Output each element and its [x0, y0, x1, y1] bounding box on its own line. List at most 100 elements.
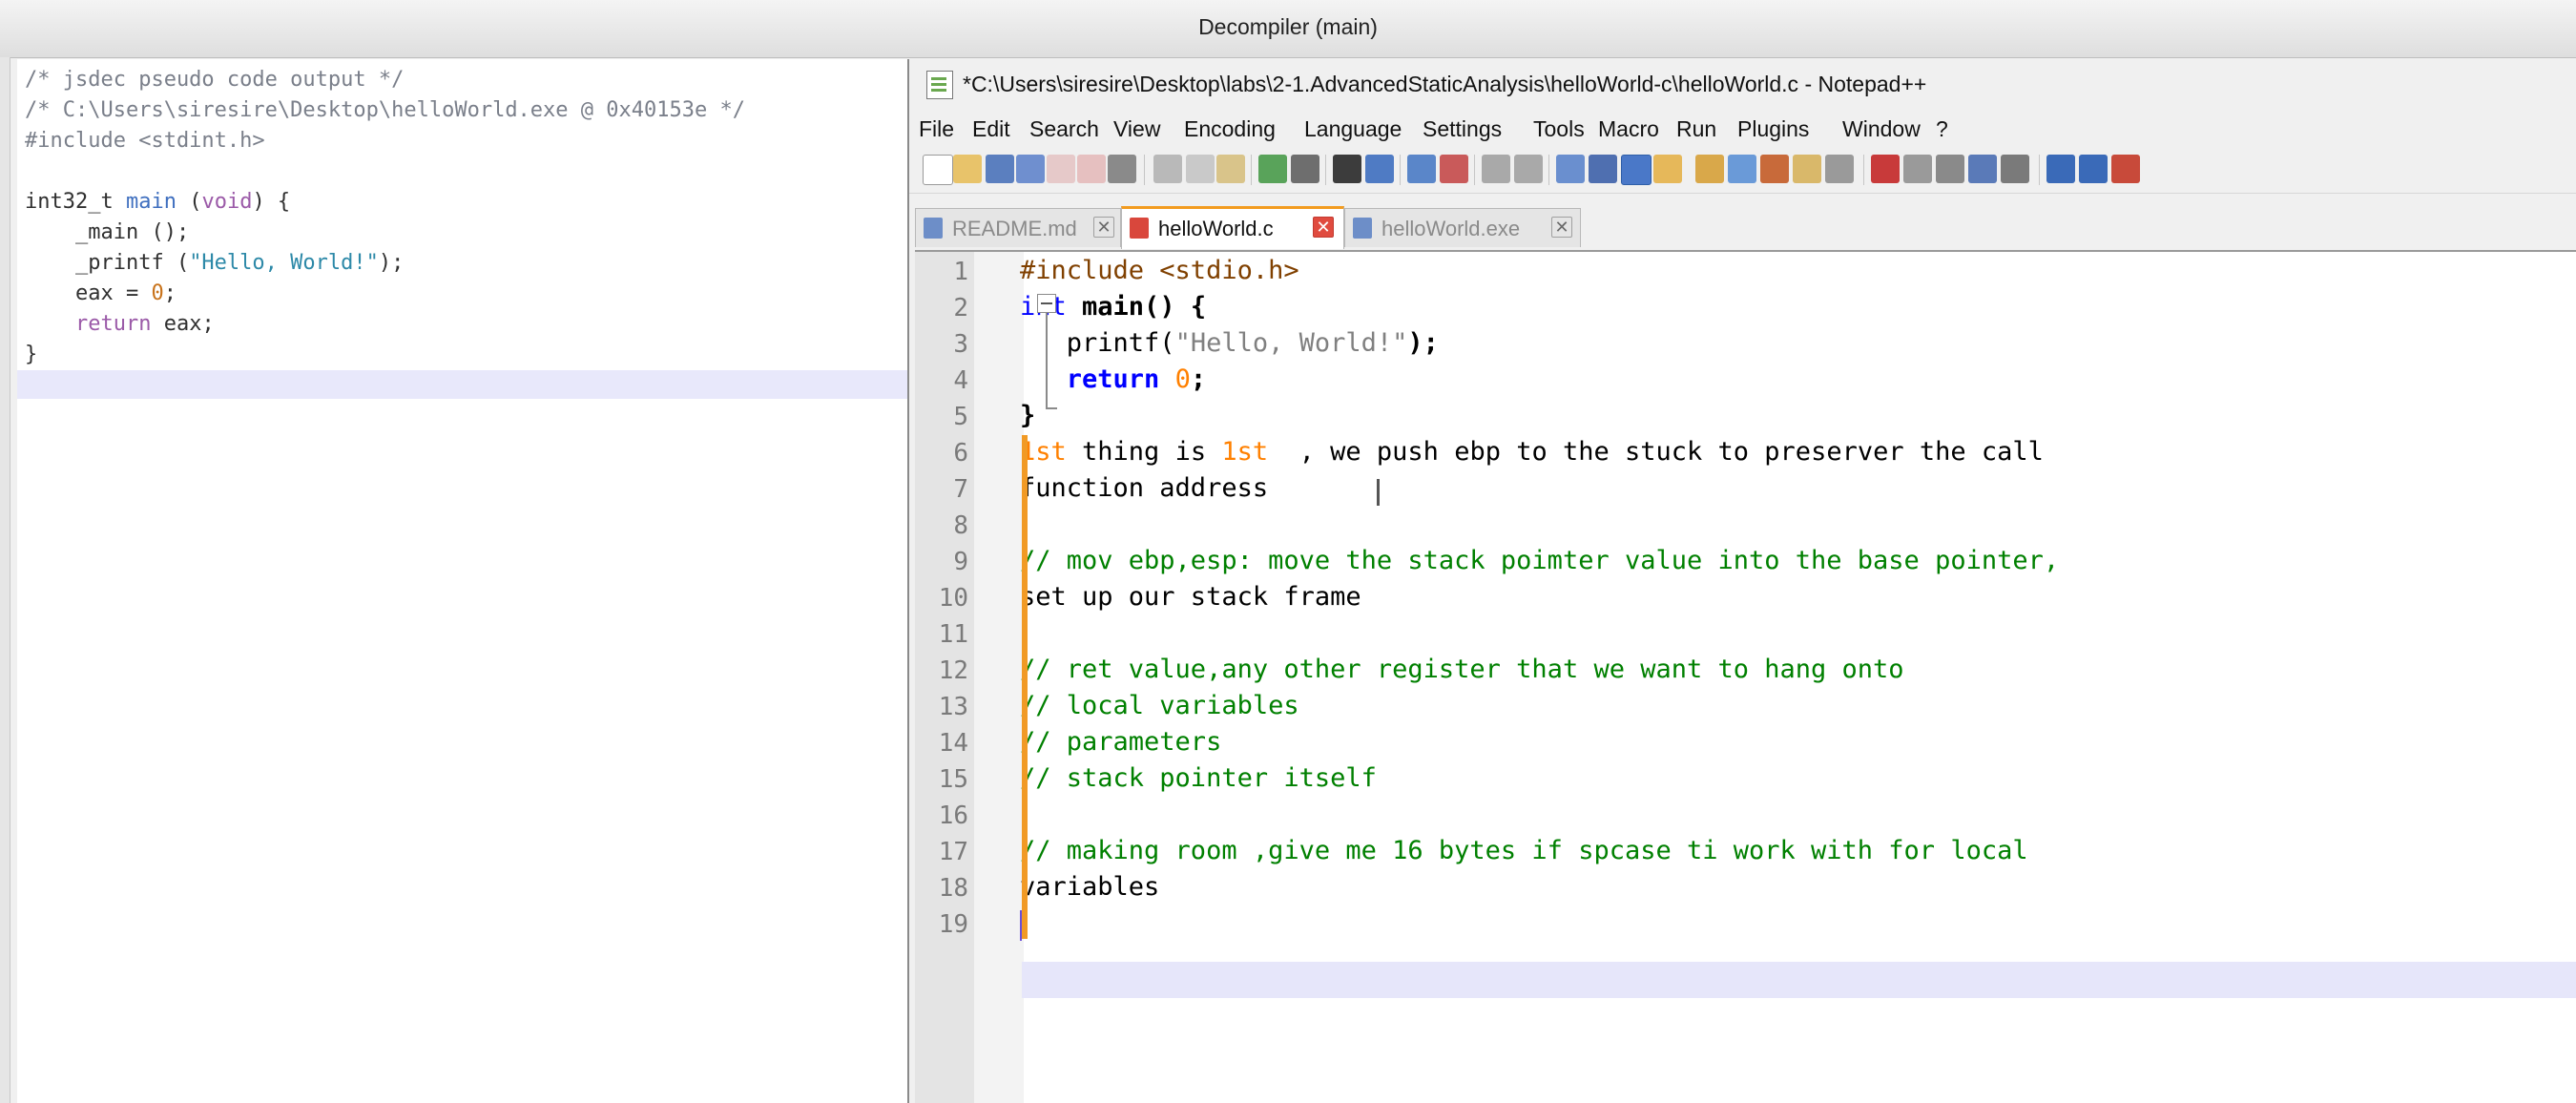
menu-item-help[interactable]: ? [1936, 116, 1948, 142]
record-macro-icon[interactable] [1871, 155, 1900, 183]
stop-recording-icon[interactable] [1903, 155, 1932, 183]
tab-readme[interactable]: README.md ✕ [915, 208, 1121, 247]
function-list-icon[interactable] [1760, 155, 1789, 183]
document-map-icon[interactable] [1695, 155, 1724, 183]
editor-code-line: return 0; [1020, 364, 1206, 394]
paste-icon[interactable] [1216, 155, 1245, 183]
new-file-icon[interactable] [923, 155, 953, 185]
line-number: 10 [938, 584, 968, 613]
menu-item-encoding[interactable]: Encoding [1184, 116, 1276, 142]
copy-icon[interactable] [1186, 155, 1215, 183]
toolbar-separator [1144, 155, 1145, 185]
code-token: // stack pointer itself [1020, 763, 1377, 793]
code-token: #include <stdint.h> [25, 129, 265, 153]
line-number: 3 [953, 330, 968, 359]
menu-item-macro[interactable]: Macro [1598, 116, 1659, 142]
plugin-icon[interactable] [2111, 155, 2140, 183]
code-token: set up our stack frame [1020, 582, 1361, 612]
menu-item-window[interactable]: Window [1842, 116, 1921, 142]
fold-end [1046, 407, 1057, 409]
close-icon[interactable] [1047, 155, 1075, 183]
folder-as-workspace-icon[interactable] [1793, 155, 1821, 183]
decompiler-code-line: _main (); [25, 218, 745, 248]
change-history-bar [1022, 435, 1028, 939]
indent-guide-icon[interactable] [1621, 155, 1652, 185]
tab-helloworld-c[interactable]: helloWorld.c ✕ [1121, 206, 1344, 249]
editor-code-line: // mov ebp,esp: move the stack poimter v… [1020, 546, 2059, 575]
zoom-in-icon[interactable] [1407, 155, 1436, 183]
code-token: printf( [1020, 328, 1175, 358]
decompiler-code-line: eax = 0; [25, 279, 745, 309]
word-wrap-icon[interactable] [1556, 155, 1585, 183]
left-panel-edge [0, 57, 10, 1103]
menu-item-file[interactable]: File [919, 116, 954, 142]
plugin-icon[interactable] [2079, 155, 2108, 183]
code-token: 1st [1221, 437, 1269, 467]
close-all-icon[interactable] [1077, 155, 1106, 183]
tab-helloworld-exe[interactable]: helloWorld.exe ✕ [1344, 208, 1581, 247]
code-editor[interactable]: 1#include <stdio.h>2int main() {3 printf… [915, 250, 2576, 1103]
code-token: // mov ebp,esp: move the stack poimter v… [1020, 546, 2060, 575]
plugin-icon[interactable] [2046, 155, 2075, 183]
print-icon[interactable] [1108, 155, 1136, 183]
decompiler-pane[interactable]: /* jsdec pseudo code output */ /* C:\User… [17, 59, 909, 1103]
menu-item-language[interactable]: Language [1304, 116, 1402, 142]
show-all-characters-icon[interactable] [1589, 155, 1617, 183]
user-language-icon[interactable] [1653, 155, 1682, 183]
sync-horizontal-icon[interactable] [1514, 155, 1543, 183]
cut-icon[interactable] [1153, 155, 1182, 183]
tab-close-icon[interactable]: ✕ [1551, 217, 1572, 238]
zoom-out-icon[interactable] [1440, 155, 1468, 183]
notepadpp-window: *C:\Users\siresire\Desktop\labs\2-1.Adva… [907, 59, 2576, 1103]
editor-code-line: // local variables [1020, 691, 1299, 720]
menu-item-settings[interactable]: Settings [1423, 116, 1502, 142]
find-icon[interactable] [1333, 155, 1361, 183]
sync-vertical-icon[interactable] [1482, 155, 1510, 183]
notepadpp-title: *C:\Users\siresire\Desktop\labs\2-1.Adva… [963, 72, 1927, 96]
open-file-icon[interactable] [953, 155, 982, 183]
save-all-icon[interactable] [1016, 155, 1045, 183]
line-number: 4 [953, 366, 968, 395]
fold-margin[interactable] [974, 252, 1024, 1103]
editor-code-line: // parameters [1020, 727, 1221, 757]
fold-line [1046, 313, 1048, 408]
playback-macro-icon[interactable] [1936, 155, 1964, 183]
toolbar-separator [1400, 155, 1401, 185]
menu-item-run[interactable]: Run [1676, 116, 1716, 142]
decompiler-code-line: _printf ("Hello, World!"); [25, 248, 745, 279]
run-macro-multiple-icon[interactable] [1968, 155, 1997, 183]
tab-label: README.md [952, 217, 1077, 240]
code-token: main() { [1066, 292, 1207, 322]
notepadpp-title-bar[interactable]: *C:\Users\siresire\Desktop\labs\2-1.Adva… [909, 59, 2576, 109]
menu-bar: File Edit Search View Encoding Language Settin… [909, 109, 2576, 147]
toolbar-separator [1548, 155, 1549, 185]
tab-close-icon[interactable]: ✕ [1093, 217, 1114, 238]
editor-code-line: set up our stack frame [1020, 582, 1361, 612]
menu-item-plugins[interactable]: Plugins [1737, 116, 1809, 142]
menu-item-edit[interactable]: Edit [972, 116, 1010, 142]
menu-item-tools[interactable]: Tools [1533, 116, 1585, 142]
save-macro-icon[interactable] [2001, 155, 2029, 183]
menu-item-view[interactable]: View [1113, 116, 1160, 142]
undo-icon[interactable] [1258, 155, 1287, 183]
document-list-icon[interactable] [1728, 155, 1756, 183]
replace-icon[interactable] [1365, 155, 1394, 183]
editor-code-line: } [1020, 401, 1035, 430]
tab-close-icon[interactable]: ✕ [1313, 217, 1334, 238]
menu-item-search[interactable]: Search [1029, 116, 1099, 142]
code-token: // parameters [1020, 727, 1222, 757]
toolbar-separator [2039, 155, 2040, 185]
line-number: 6 [953, 439, 968, 468]
decompiler-code[interactable]: /* jsdec pseudo code output */ /* C:\User… [25, 65, 745, 370]
decompiler-title-bar[interactable]: Decompiler (main) [0, 0, 2576, 58]
redo-icon[interactable] [1291, 155, 1319, 183]
decompiler-title: Decompiler (main) [1198, 14, 1378, 39]
unsaved-file-icon [1130, 218, 1149, 239]
line-number: 17 [938, 838, 968, 866]
fold-collapse-icon[interactable] [1037, 294, 1056, 313]
save-icon[interactable] [986, 155, 1014, 183]
code-token: return [1066, 364, 1160, 394]
decompiler-code-line: /* jsdec pseudo code output */ [25, 65, 745, 95]
monitoring-icon[interactable] [1825, 155, 1854, 183]
